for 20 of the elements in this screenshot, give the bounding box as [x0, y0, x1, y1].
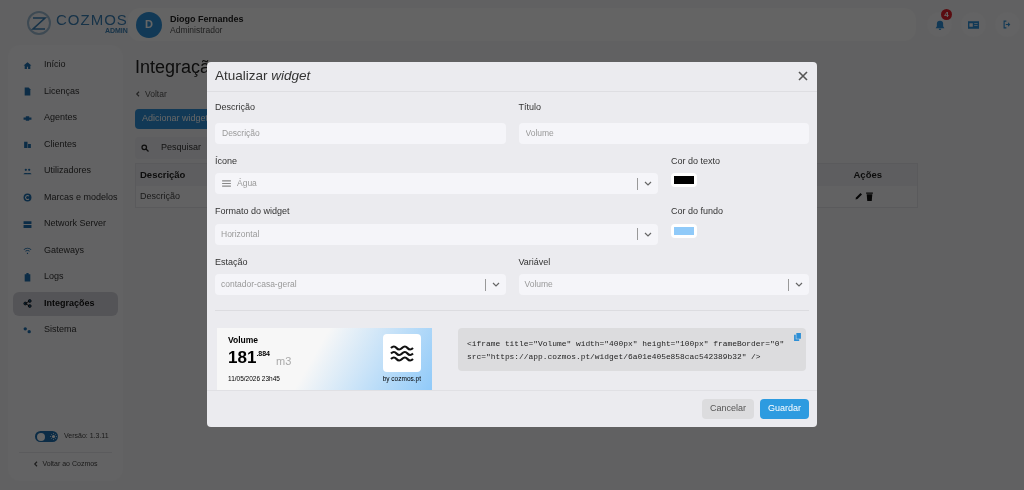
- column-header: Ações: [853, 167, 882, 182]
- widget-unit: m3: [276, 353, 292, 369]
- user-role: Administrador: [170, 24, 224, 36]
- table-cell: Descrição: [140, 189, 180, 203]
- column-header: Descrição: [140, 167, 186, 182]
- modal-title: Atualizar widget: [215, 67, 311, 86]
- field-label: Título: [518, 100, 542, 114]
- field-label: Descrição: [215, 100, 256, 114]
- notification-badge: 4: [941, 9, 952, 20]
- field-label: Formato do widget: [215, 205, 291, 218]
- user-name: Diogo Fernandes: [170, 13, 244, 25]
- page-title: Integraçã: [135, 56, 211, 79]
- field-label: Cor do fundo: [671, 205, 725, 218]
- widget-value: 181: [228, 347, 257, 368]
- widget-title: Volume: [228, 334, 260, 347]
- field-label: Variável: [518, 255, 552, 269]
- logo-text: COZMOS: [56, 12, 128, 27]
- user-avatar: D: [136, 11, 162, 38]
- field-label: Estação: [215, 255, 249, 269]
- field-label: Cor do texto: [671, 154, 722, 168]
